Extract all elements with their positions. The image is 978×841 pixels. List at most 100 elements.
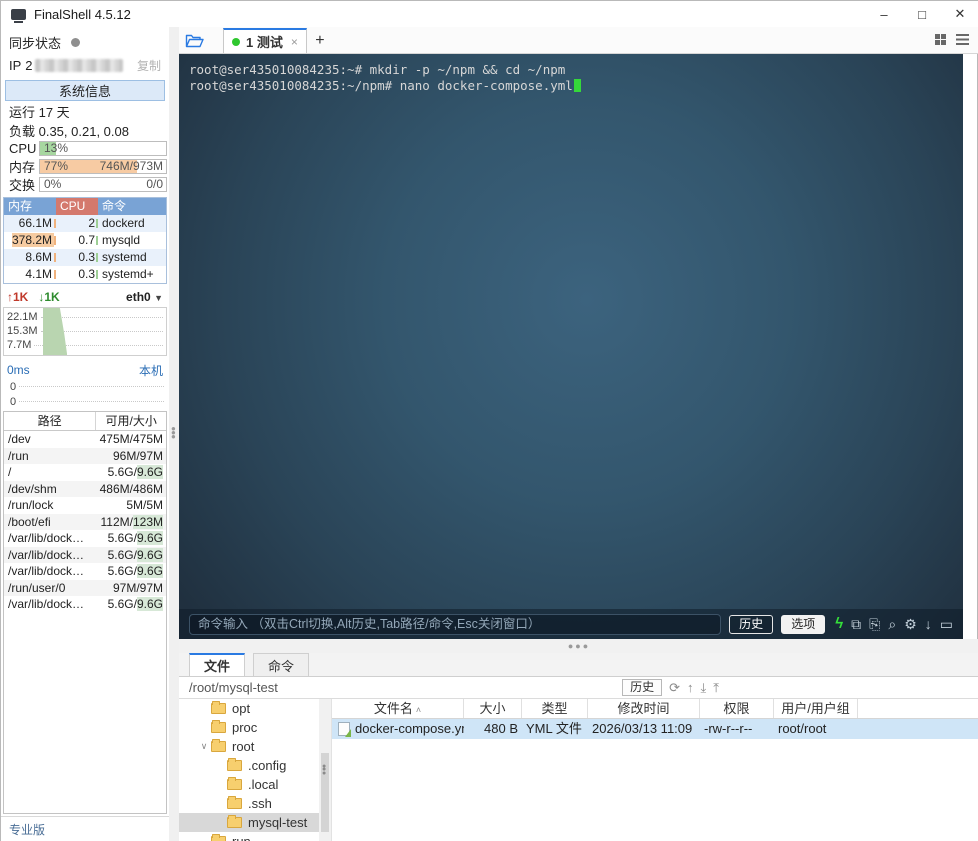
tree-item-opt[interactable]: opt bbox=[179, 699, 319, 718]
tree-item-local[interactable]: .local bbox=[179, 775, 319, 794]
menu-icon[interactable] bbox=[956, 34, 969, 45]
open-connections-button[interactable] bbox=[179, 27, 209, 53]
command-bar: 历史 选项 ϟ ⧉ ⎘ ⌕ ⚙ ↓ ▭ bbox=[179, 609, 963, 639]
download-arrow-icon: ↓1K bbox=[38, 290, 60, 304]
process-cpu: 0.3 bbox=[56, 249, 98, 266]
disk-row[interactable]: /dev 475M/475M bbox=[4, 431, 166, 448]
tab-close-icon[interactable]: × bbox=[291, 35, 298, 49]
copy-ip-button[interactable]: 复制 bbox=[137, 57, 161, 74]
disk-row[interactable]: /run/lock 5M/5M bbox=[4, 497, 166, 514]
disk-total: 475M bbox=[132, 432, 163, 446]
paste-icon[interactable]: ⎘ bbox=[869, 617, 880, 631]
disk-row[interactable]: /var/lib/docker/r... 5.6G/9.6G bbox=[4, 563, 166, 580]
gear-icon[interactable]: ⚙ bbox=[904, 617, 917, 631]
file-row[interactable]: docker-compose.yml 480 B YML 文件 2026/03/13 … bbox=[332, 719, 978, 739]
panel-tab-commands[interactable]: 命令 bbox=[253, 653, 310, 676]
process-row[interactable]: 378.2M 0.7 mysqld bbox=[4, 232, 166, 249]
search-icon[interactable]: ⌕ bbox=[888, 617, 896, 631]
file-column-header[interactable]: 用户/用户组 bbox=[774, 699, 858, 718]
disk-row[interactable]: /run 96M/97M bbox=[4, 447, 166, 464]
copy-icon[interactable]: ⧉ bbox=[851, 617, 861, 631]
panel-tab-files[interactable]: 文件 bbox=[189, 653, 246, 676]
process-table[interactable]: 内存 CPU 命令 66.1M 2 dockerd 378.2M 0.7 mysqld 8.6M… bbox=[3, 197, 167, 284]
close-button[interactable]: ✕ bbox=[941, 1, 978, 27]
sidebar-splitter[interactable]: ● ● ● bbox=[169, 27, 179, 841]
session-tab-label: 1 测试 bbox=[246, 35, 283, 50]
file-column-header[interactable]: 类型 bbox=[522, 699, 588, 718]
ping-host[interactable]: 本机 bbox=[139, 362, 163, 379]
terminal-options-button[interactable]: 选项 bbox=[781, 614, 826, 634]
lightning-icon[interactable]: ϟ bbox=[835, 616, 843, 631]
disk-table[interactable]: 路径 可用/大小 /dev 475M/475M/run 96M/97M / 5.6G/9.… bbox=[3, 411, 167, 814]
download-icon[interactable]: ↓ bbox=[925, 617, 932, 631]
refresh-icon[interactable]: ⟳ bbox=[669, 680, 680, 696]
process-row[interactable]: 4.1M 0.3 systemd+ bbox=[4, 266, 166, 283]
disk-row[interactable]: /dev/shm 486M/486M bbox=[4, 480, 166, 497]
tree-item-label: .config bbox=[248, 758, 287, 773]
disk-usage: 5.6G/9.6G bbox=[107, 597, 163, 611]
panel-splitter[interactable]: ●●● bbox=[179, 639, 978, 653]
network-gridline: 15.3M bbox=[4, 324, 166, 338]
disk-path: /run bbox=[8, 448, 29, 463]
disk-row[interactable]: /var/lib/docker/r... 5.6G/9.6G bbox=[4, 546, 166, 563]
system-info-button[interactable]: 系统信息 bbox=[5, 80, 165, 101]
tree-item-run[interactable]: run bbox=[179, 832, 319, 841]
process-mem-value: 4.1M bbox=[25, 267, 52, 281]
window-title: FinalShell 4.5.12 bbox=[34, 6, 131, 22]
process-mem: 8.6M bbox=[4, 249, 56, 266]
session-tab[interactable]: 1 测试 × bbox=[223, 28, 307, 53]
file-column-header[interactable]: 大小 bbox=[464, 699, 522, 718]
disk-row[interactable]: /var/lib/docker/r... 5.6G/9.6G bbox=[4, 596, 166, 613]
interface-selector[interactable]: eth0 ▼ bbox=[126, 290, 163, 304]
process-column-header[interactable]: 内存 bbox=[4, 198, 56, 215]
disk-row[interactable]: /run/user/0 97M/97M bbox=[4, 579, 166, 596]
new-tab-button[interactable]: + bbox=[307, 28, 333, 53]
process-column-header[interactable]: 命令 bbox=[98, 198, 166, 215]
maximize-button[interactable]: □ bbox=[903, 1, 941, 27]
upload-icon[interactable]: ⤒ bbox=[713, 680, 719, 696]
tree-item-root[interactable]: ∨ root bbox=[179, 737, 319, 756]
finalshell-window: FinalShell 4.5.12 – □ ✕ 同步状态 IP 2 复制 系统信… bbox=[0, 0, 978, 841]
current-path[interactable]: /root/mysql-test bbox=[189, 680, 278, 695]
process-cmd: systemd+ bbox=[102, 267, 154, 281]
disk-column-header[interactable]: 路径 bbox=[4, 412, 97, 430]
folder-icon bbox=[211, 701, 226, 714]
file-column-header[interactable]: 权限 bbox=[700, 699, 774, 718]
tree-item-config[interactable]: .config bbox=[179, 756, 319, 775]
process-cpu: 0.7 bbox=[56, 232, 98, 249]
disk-row[interactable]: / 5.6G/9.6G bbox=[4, 464, 166, 481]
minimize-button[interactable]: – bbox=[865, 1, 903, 27]
file-mtime: 2026/03/13 11:09 bbox=[592, 721, 693, 736]
disk-row[interactable]: /var/lib/docker/r... 5.6G/9.6G bbox=[4, 530, 166, 547]
tree-item-proc[interactable]: proc bbox=[179, 718, 319, 737]
resource-meters: CPU 13% 内存 77% 746M/973M 交换 0% 0/0 bbox=[1, 139, 169, 193]
meter-label: 交换 bbox=[9, 177, 36, 193]
command-input[interactable] bbox=[189, 613, 722, 635]
terminal-history-button[interactable]: 历史 bbox=[729, 614, 774, 634]
disk-total: 97M bbox=[139, 448, 163, 463]
tree-item-ssh[interactable]: .ssh bbox=[179, 794, 319, 813]
up-icon[interactable]: ↑ bbox=[687, 680, 694, 695]
tree-item-mysql-test[interactable]: mysql-test bbox=[179, 813, 319, 832]
network-graph: 22.1M 15.3M 7.7M bbox=[3, 307, 167, 356]
process-row[interactable]: 8.6M 0.3 systemd bbox=[4, 249, 166, 266]
meter-bar: 13% bbox=[39, 140, 167, 156]
expander-open-icon[interactable]: ∨ bbox=[199, 741, 209, 752]
disk-column-header[interactable]: 可用/大小 bbox=[96, 412, 166, 430]
file-column-header[interactable]: 文件名 ˄ bbox=[332, 699, 464, 718]
path-history-button[interactable]: 历史 bbox=[622, 679, 663, 696]
tree-splitter[interactable]: ● ● ● bbox=[319, 699, 331, 841]
process-row[interactable]: 66.1M 2 dockerd bbox=[4, 215, 166, 232]
window-icon[interactable]: ▭ bbox=[940, 617, 953, 631]
download-icon[interactable]: ⤓ bbox=[701, 680, 707, 696]
ping-latency: 0ms bbox=[7, 363, 30, 377]
process-column-header[interactable]: CPU bbox=[56, 198, 98, 215]
layout-grid-icon[interactable] bbox=[935, 34, 946, 45]
disk-total: 9.6G bbox=[136, 547, 163, 562]
file-column-header[interactable]: 修改时间 bbox=[588, 699, 700, 718]
tree-item-label: mysql-test bbox=[248, 815, 308, 830]
disk-row[interactable]: /boot/efi 112M/123M bbox=[4, 513, 166, 530]
disk-path: /dev/shm bbox=[8, 481, 57, 496]
terminal[interactable]: root@ser435010084235:~# mkdir -p ~/npm &… bbox=[179, 54, 963, 639]
disk-path: /var/lib/docker/r... bbox=[8, 531, 85, 545]
